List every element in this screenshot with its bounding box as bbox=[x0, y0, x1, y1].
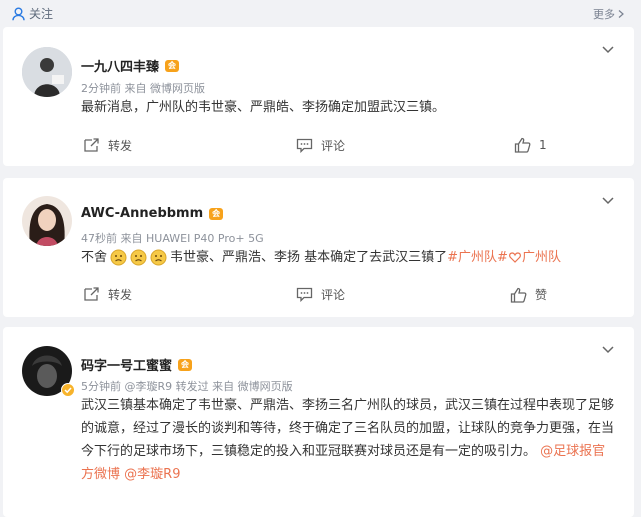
post-card: 码字一号工蜜蜜 会 5分钟前 @李璇R9 转发过 来自 微博网页版 武汉三镇基本… bbox=[3, 327, 634, 517]
chevron-right-icon bbox=[618, 10, 624, 18]
comment-button[interactable]: 评论 bbox=[296, 137, 345, 154]
comment-label: 评论 bbox=[321, 139, 346, 153]
vip-badge-icon: 会 bbox=[165, 59, 180, 72]
comment-icon bbox=[296, 287, 313, 302]
hashtag-link[interactable]: 广州队 bbox=[522, 246, 561, 269]
follow-label: 关注 bbox=[29, 7, 54, 21]
content-main: 韦世豪、严鼎浩、李扬 基本确定了去武汉三镇了 bbox=[170, 250, 448, 265]
post-card: AWC-Annebbmm 会 47秒前 来自 HUAWEI P40 Pro+ 5… bbox=[3, 178, 634, 317]
post-meta: 5分钟前 @李璇R9 转发过 来自 微博网页版 bbox=[81, 380, 293, 393]
chevron-down-icon[interactable] bbox=[600, 341, 616, 357]
sad-emoji-icon bbox=[130, 249, 147, 266]
like-button[interactable]: 1 bbox=[514, 137, 547, 153]
sad-emoji-icon bbox=[150, 249, 167, 266]
like-label: 赞 bbox=[535, 288, 548, 302]
more-button[interactable]: 更多 bbox=[593, 6, 625, 22]
repost-icon bbox=[84, 287, 99, 301]
chevron-down-icon[interactable] bbox=[600, 192, 616, 208]
post-card: 一九八四丰臻 会 2分钟前 来自 微博网页版 最新消息，广州队的韦世豪、严鼎皓、… bbox=[3, 27, 634, 166]
vip-badge-icon: 会 bbox=[209, 207, 224, 220]
verified-badge-icon bbox=[61, 383, 75, 397]
repost-label: 转发 bbox=[108, 139, 133, 153]
repost-button[interactable]: 转发 bbox=[83, 137, 132, 154]
post-content: 武汉三镇基本确定了韦世豪、严鼎浩、李扬三名广州队的球员，武汉三镇在过程中表现了足… bbox=[81, 394, 616, 486]
content-text: 武汉三镇基本确定了韦世豪、严鼎浩、李扬三名广州队的球员，武汉三镇在过程中表现了足… bbox=[81, 398, 615, 459]
hashtag-heart-icon bbox=[509, 252, 521, 263]
avatar[interactable] bbox=[22, 47, 72, 97]
sad-emoji-icon bbox=[110, 249, 127, 266]
content-prefix: 不舍 bbox=[81, 250, 108, 265]
comment-label: 评论 bbox=[321, 288, 346, 302]
author-name[interactable]: 一九八四丰臻 bbox=[81, 56, 159, 75]
post-content: 最新消息，广州队的韦世豪、严鼎皓、李扬确定加盟武汉三镇。 bbox=[81, 100, 446, 115]
more-label: 更多 bbox=[593, 8, 615, 21]
feed-topbar: 关注 更多 bbox=[0, 0, 641, 26]
repost-icon bbox=[84, 138, 99, 152]
comment-icon bbox=[296, 138, 313, 153]
user-icon bbox=[12, 7, 25, 20]
author-name[interactable]: 码字一号工蜜蜜 bbox=[81, 355, 172, 374]
author-name[interactable]: AWC-Annebbmm bbox=[81, 206, 203, 221]
post-content: 不舍 韦世豪、严鼎浩、李扬 基本确定了去武汉三镇了 #广州队# 广州队 bbox=[81, 246, 614, 269]
post-meta: 2分钟前 来自 微博网页版 bbox=[81, 82, 205, 95]
repost-button[interactable]: 转发 bbox=[83, 286, 132, 303]
post-meta: 47秒前 来自 HUAWEI P40 Pro+ 5G bbox=[81, 232, 264, 245]
avatar[interactable] bbox=[22, 196, 72, 246]
thumbs-up-icon bbox=[514, 137, 531, 153]
mention-link[interactable]: @李璇R9 bbox=[124, 467, 180, 482]
follow-tab[interactable]: 关注 bbox=[12, 5, 53, 22]
chevron-down-icon[interactable] bbox=[600, 41, 616, 57]
like-button[interactable]: 赞 bbox=[510, 286, 547, 303]
hashtag-link[interactable]: #广州队# bbox=[447, 246, 508, 269]
repost-label: 转发 bbox=[108, 288, 133, 302]
like-count: 1 bbox=[539, 138, 547, 152]
thumbs-up-icon bbox=[510, 287, 527, 303]
vip-badge-icon: 会 bbox=[178, 358, 193, 371]
comment-button[interactable]: 评论 bbox=[296, 286, 345, 303]
